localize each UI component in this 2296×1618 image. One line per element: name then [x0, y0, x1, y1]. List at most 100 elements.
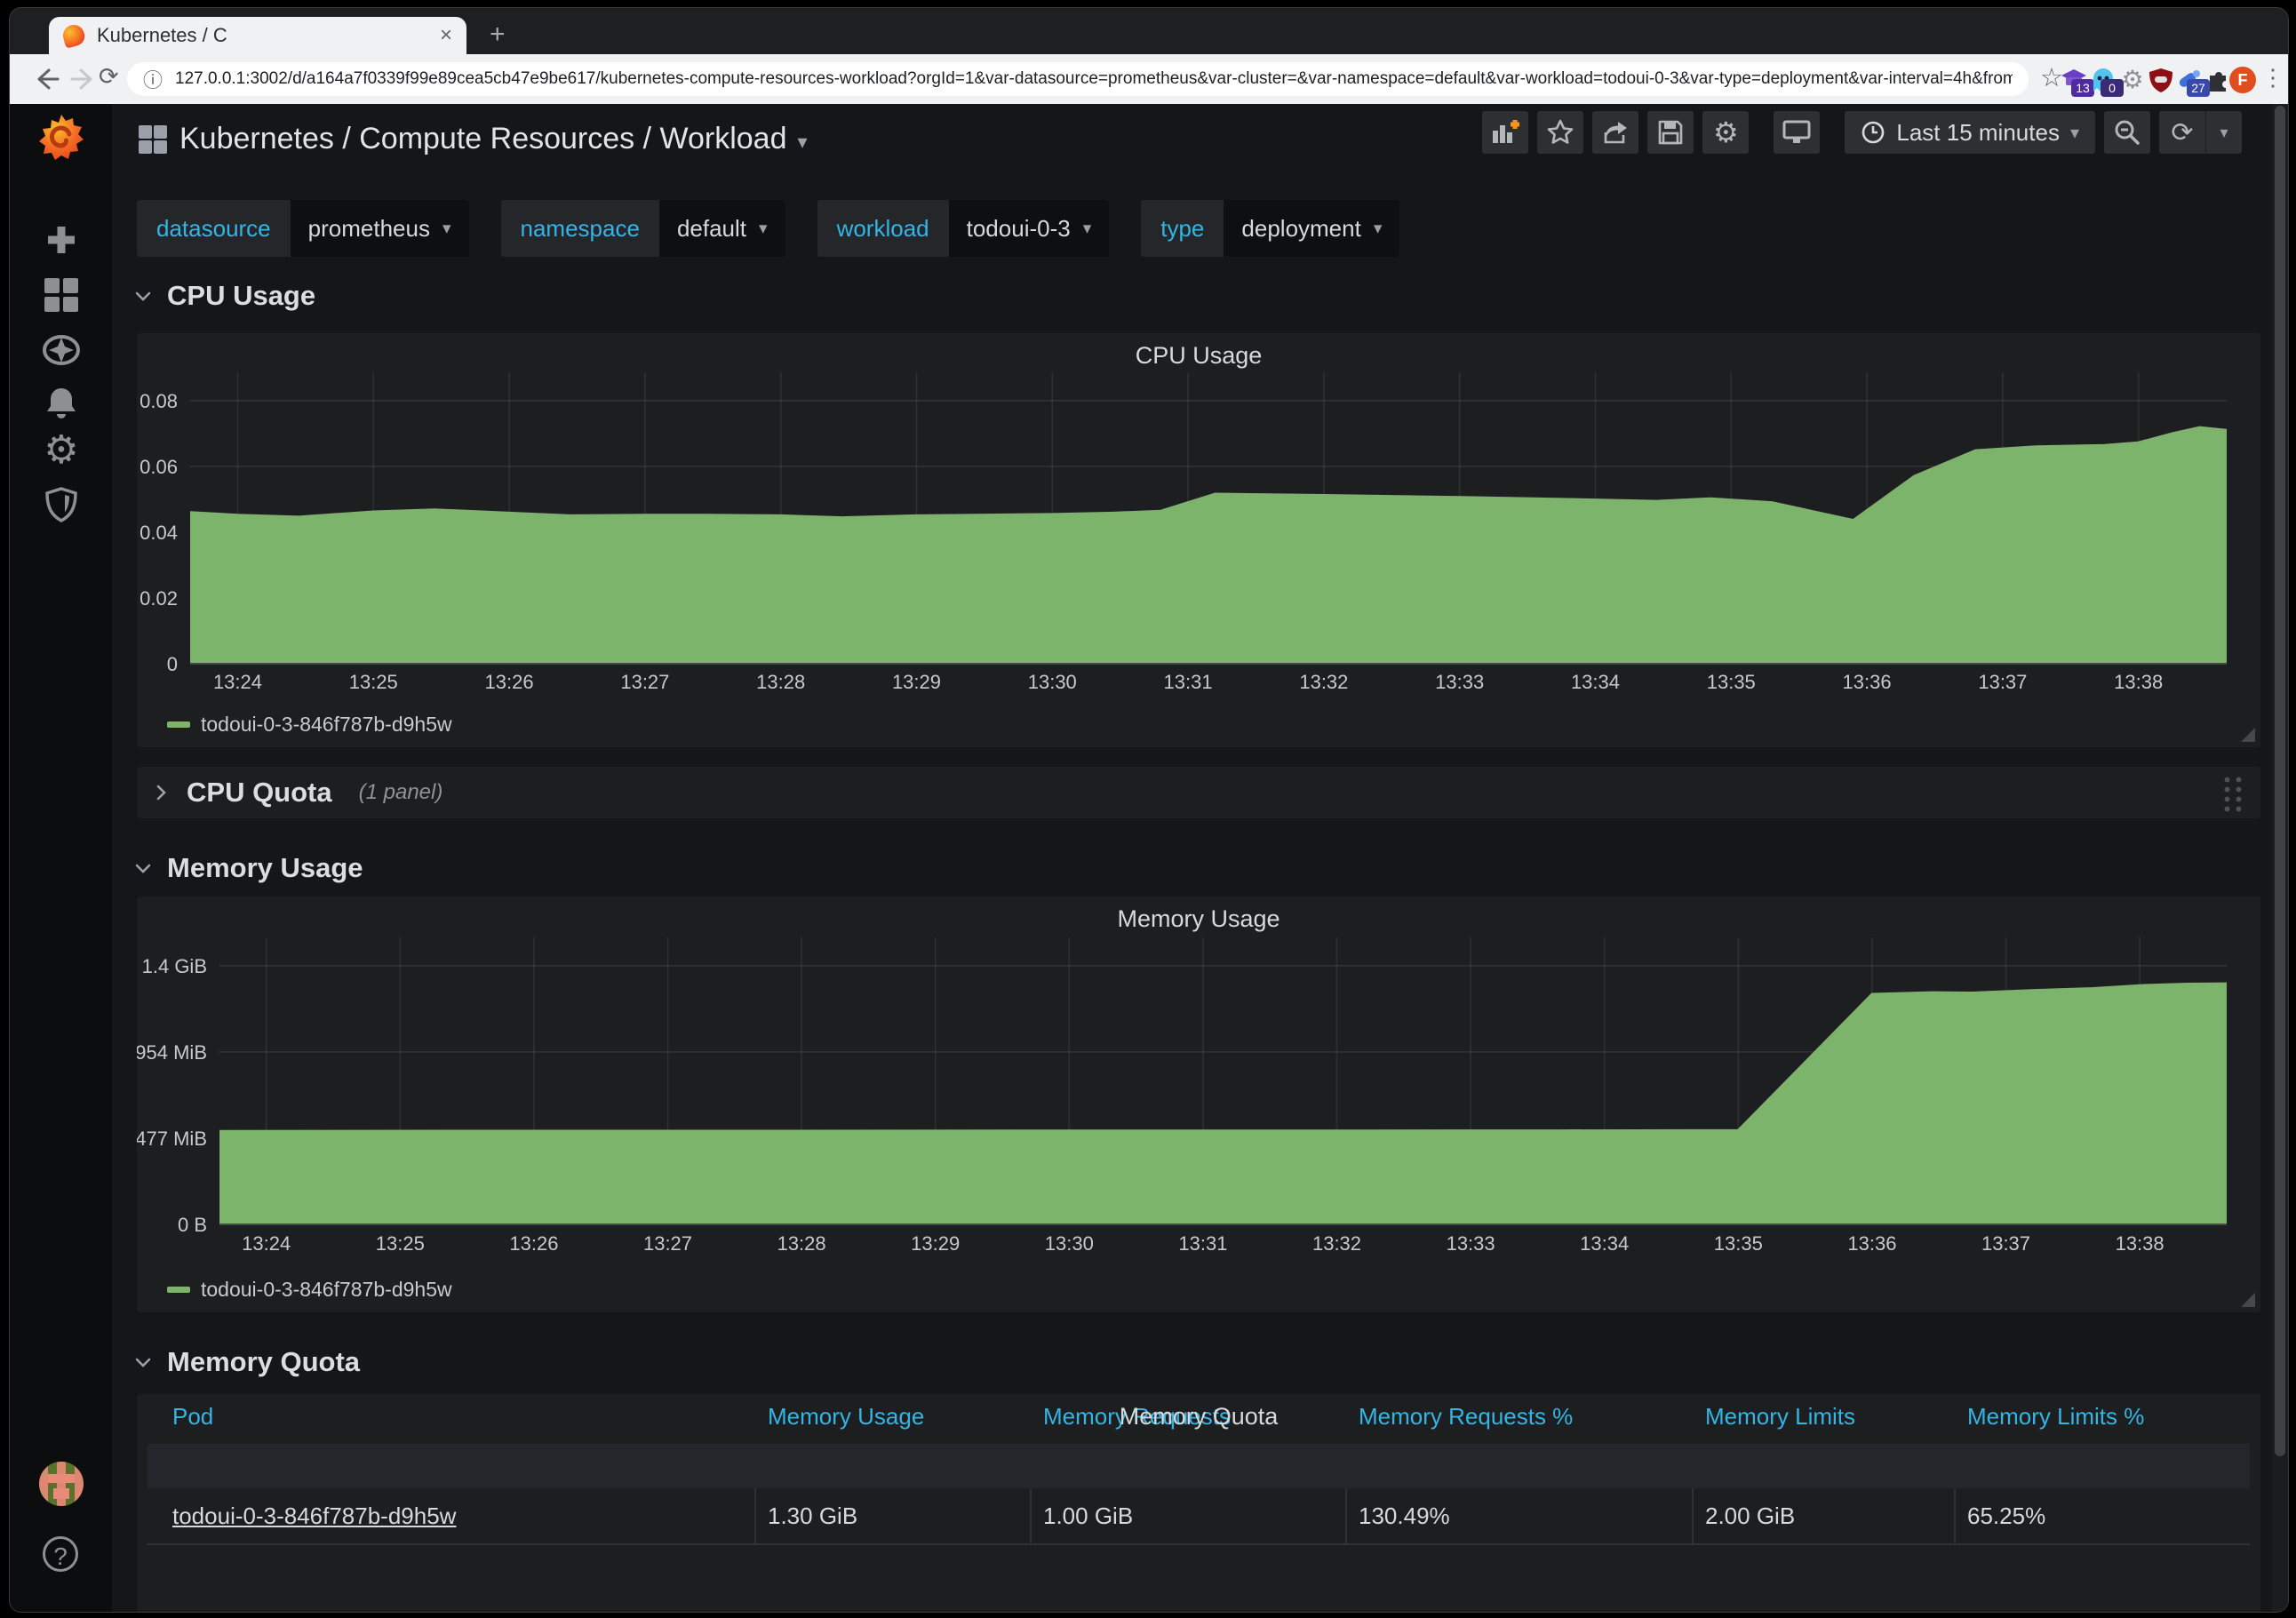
- sidebar-configuration-icon[interactable]: ⚙: [43, 431, 80, 468]
- variable-value: prometheus: [308, 215, 430, 243]
- extension-icon[interactable]: 0: [2090, 67, 2117, 93]
- pod-link[interactable]: todoui-0-3-846f787b-d9h5w: [172, 1488, 456, 1543]
- dashboard-title[interactable]: Kubernetes / Compute Resources / Workloa…: [179, 122, 808, 156]
- share-dashboard-button[interactable]: [1592, 111, 1638, 154]
- url-bar[interactable]: ⓘ 127.0.0.1:3002/d/a164a7f0339f99e89cea5…: [127, 62, 2029, 96]
- extension-puzzle-icon[interactable]: [2204, 67, 2231, 93]
- svg-text:13:27: 13:27: [643, 1232, 692, 1255]
- cycle-view-button[interactable]: [1774, 111, 1820, 154]
- help-icon[interactable]: ?: [43, 1536, 78, 1572]
- svg-text:13:34: 13:34: [1580, 1232, 1629, 1255]
- cell-memory-requests-pct: 130.49%: [1359, 1488, 1450, 1543]
- extension-shield-icon[interactable]: [2148, 67, 2174, 93]
- grafana-favicon-icon: [60, 22, 86, 48]
- zoom-out-button[interactable]: [2104, 111, 2150, 154]
- refresh-button[interactable]: ⟳: [2159, 111, 2205, 154]
- sidebar-alerting-icon[interactable]: [43, 385, 80, 422]
- variable-label: type: [1141, 200, 1224, 257]
- back-icon[interactable]: [33, 66, 61, 92]
- sidebar-admin-shield-icon[interactable]: [43, 486, 80, 523]
- svg-text:13:24: 13:24: [213, 671, 262, 693]
- variable-label: workload: [817, 200, 949, 257]
- row-drag-handle[interactable]: [2221, 775, 2244, 812]
- table-header-row: [147, 1444, 2250, 1488]
- svg-text:13:26: 13:26: [485, 671, 534, 693]
- svg-text:0 B: 0 B: [178, 1214, 207, 1236]
- scrollbar-thumb[interactable]: [2275, 106, 2285, 1456]
- svg-text:13:32: 13:32: [1312, 1232, 1361, 1255]
- grafana-sidebar: ⚙ ?: [10, 104, 112, 1612]
- svg-text:13:33: 13:33: [1447, 1232, 1495, 1255]
- extension-icon[interactable]: 27: [2176, 67, 2203, 93]
- variable-datasource[interactable]: datasource prometheus ▾: [137, 200, 469, 257]
- table-divider: [1692, 1488, 1694, 1543]
- panel-memory-quota: Memory Quota Pod Memory Usage Memory Req…: [137, 1394, 2260, 1612]
- site-info-icon[interactable]: ⓘ: [143, 65, 163, 93]
- variable-namespace[interactable]: namespace default▾: [501, 200, 785, 257]
- panel-title[interactable]: CPU Usage: [137, 342, 2260, 370]
- save-dashboard-button[interactable]: [1647, 111, 1694, 154]
- tab-close-icon[interactable]: ×: [440, 23, 452, 48]
- panel-resize-handle[interactable]: [2241, 728, 2255, 742]
- tab-title: Kubernetes / C: [97, 24, 433, 47]
- time-range-caret-icon: ▾: [2070, 122, 2079, 144]
- svg-text:13:36: 13:36: [1847, 1232, 1896, 1255]
- dashboard-header: Kubernetes / Compute Resources / Workloa…: [112, 104, 2272, 175]
- memory-usage-chart[interactable]: 13:2413:2513:2613:2713:2813:2913:3013:31…: [137, 897, 2260, 1312]
- page-scrollbar[interactable]: [2272, 104, 2288, 1612]
- legend-item[interactable]: todoui-0-3-846f787b-d9h5w: [167, 713, 452, 737]
- dashboard-settings-button[interactable]: ⚙: [1702, 111, 1749, 154]
- svg-text:477 MiB: 477 MiB: [137, 1128, 207, 1150]
- grafana-content: Kubernetes / Compute Resources / Workloa…: [112, 104, 2272, 1612]
- legend-item[interactable]: todoui-0-3-846f787b-d9h5w: [167, 1278, 452, 1302]
- sidebar-dashboards-icon[interactable]: [43, 276, 80, 314]
- extension-icon[interactable]: 13: [2061, 67, 2087, 93]
- variable-caret-icon: ▾: [442, 219, 451, 239]
- section-cpu-quota[interactable]: CPU Quota (1 panel): [137, 767, 2260, 818]
- browser-menu-kebab-icon[interactable]: ⋮: [2261, 64, 2284, 92]
- table-divider: [1954, 1488, 1956, 1543]
- time-range-picker[interactable]: Last 15 minutes ▾: [1845, 111, 2095, 154]
- user-avatar[interactable]: [39, 1462, 84, 1506]
- legend-swatch: [167, 1287, 190, 1293]
- svg-text:13:37: 13:37: [1981, 1232, 2030, 1255]
- new-tab-button[interactable]: +: [490, 19, 506, 51]
- legend-swatch: [167, 721, 190, 728]
- svg-text:13:32: 13:32: [1299, 671, 1348, 693]
- browser-window: Kubernetes / C × + ⟳ ⓘ 127.0.0.1:3002/d/…: [9, 7, 2289, 1613]
- variable-value: todoui-0-3: [967, 215, 1071, 243]
- refresh-interval-caret[interactable]: ▾: [2205, 111, 2242, 154]
- forward-icon[interactable]: [68, 66, 97, 92]
- sidebar-explore-icon[interactable]: [43, 331, 80, 369]
- dashboard-grid-icon[interactable]: [137, 124, 169, 155]
- svg-text:13:37: 13:37: [1978, 671, 2027, 693]
- panel-title[interactable]: Memory Usage: [137, 905, 2260, 933]
- svg-text:13:36: 13:36: [1843, 671, 1892, 693]
- panel-resize-handle[interactable]: [2241, 1293, 2255, 1307]
- add-panel-button[interactable]: [1482, 111, 1528, 154]
- reload-icon[interactable]: ⟳: [99, 63, 119, 91]
- svg-text:13:31: 13:31: [1178, 1232, 1227, 1255]
- variable-type[interactable]: type deployment▾: [1141, 200, 1399, 257]
- svg-text:13:27: 13:27: [620, 671, 669, 693]
- extension-gear-icon[interactable]: ⚙: [2119, 67, 2146, 93]
- cpu-usage-chart[interactable]: 13:2413:2513:2613:2713:2813:2913:3013:31…: [137, 333, 2260, 747]
- variable-label: datasource: [137, 200, 291, 257]
- sidebar-create-icon[interactable]: [43, 221, 80, 259]
- svg-text:0: 0: [167, 653, 178, 675]
- browser-profile-avatar[interactable]: F: [2229, 67, 2256, 93]
- svg-text:0.06: 0.06: [140, 456, 178, 478]
- section-memory-usage[interactable]: Memory Usage: [133, 852, 363, 884]
- panel-title[interactable]: Memory Quota: [137, 1403, 2260, 1431]
- variable-workload[interactable]: workload todoui-0-3 ▾: [817, 200, 1110, 257]
- section-cpu-usage[interactable]: CPU Usage: [133, 280, 315, 312]
- star-dashboard-button[interactable]: [1537, 111, 1583, 154]
- browser-tab[interactable]: Kubernetes / C ×: [49, 17, 466, 54]
- grafana-page: ⚙ ? Kubernetes / Compute Resources / Wor…: [10, 104, 2288, 1612]
- cell-memory-requests: 1.00 GiB: [1043, 1488, 1133, 1543]
- table-divider: [1345, 1488, 1347, 1543]
- section-memory-quota[interactable]: Memory Quota: [133, 1346, 360, 1378]
- table-divider: [1030, 1488, 1032, 1543]
- variable-caret-icon: ▾: [1083, 219, 1092, 239]
- grafana-logo-icon[interactable]: [37, 113, 85, 161]
